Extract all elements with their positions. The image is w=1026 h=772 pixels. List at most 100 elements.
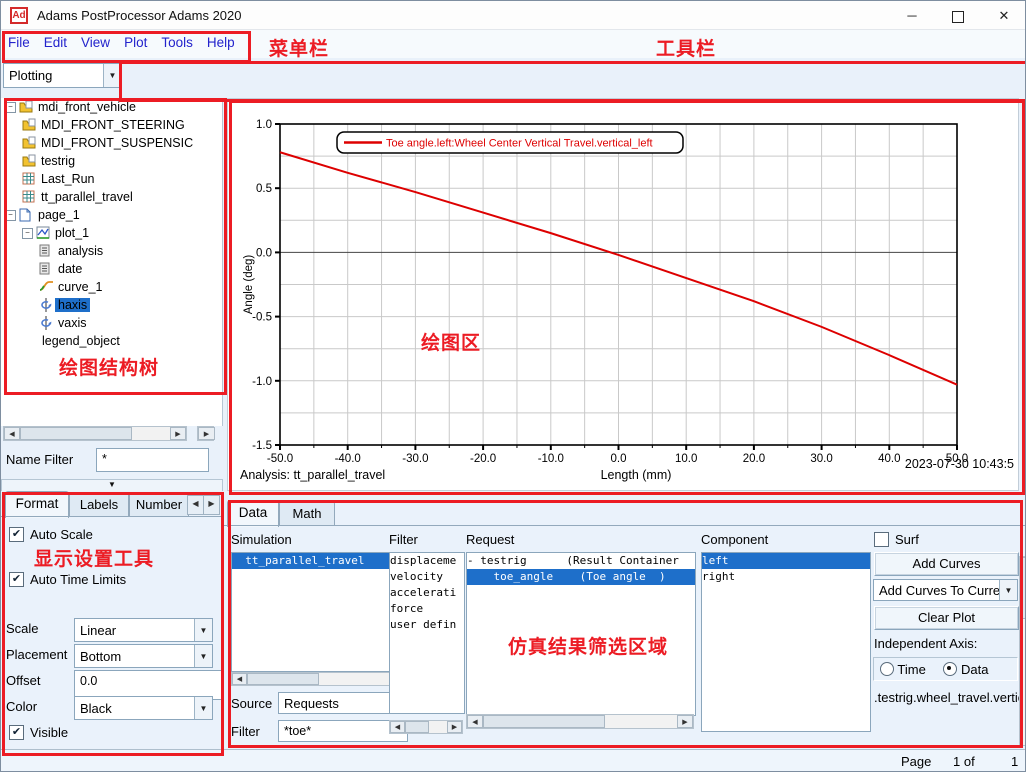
list-item[interactable]: user defin [390, 617, 464, 633]
tree-item-date[interactable]: date [1, 260, 222, 278]
tree-item-page_1[interactable]: −page_1 [1, 206, 222, 224]
tree-item-plot_1[interactable]: − plot_1 [1, 224, 222, 242]
tree-item-label: date [55, 262, 85, 276]
chevron-down-icon[interactable]: ▼ [194, 645, 212, 667]
svg-text:2023-07-30 10:43:5: 2023-07-30 10:43:5 [905, 457, 1014, 471]
scroll-thumb[interactable] [483, 715, 605, 728]
list-item[interactable]: accelerati [390, 585, 464, 601]
chevron-down-icon[interactable]: ▼ [194, 697, 212, 719]
tab-scroll-left[interactable]: ◀ [187, 495, 204, 515]
tree-item-testrig[interactable]: testrig [1, 152, 222, 170]
tab-math[interactable]: Math [279, 501, 335, 526]
placement-select[interactable]: Bottom ▼ [74, 644, 213, 668]
visible-label: Visible [30, 725, 68, 740]
expander-minus-icon[interactable]: − [5, 210, 16, 221]
list-item[interactable]: tt_parallel_travel [232, 553, 410, 569]
list-item[interactable]: toe_angle (Toe angle ) [467, 569, 695, 585]
tree-item-label: haxis [55, 298, 90, 312]
right-vscrollbar[interactable] [1019, 556, 1026, 746]
scroll-right-icon[interactable]: ▶ [198, 427, 215, 440]
tab-scroll-right[interactable]: ▶ [203, 495, 220, 515]
scroll-left-icon[interactable]: ◀ [467, 715, 483, 728]
tab-number[interactable]: Number [129, 492, 189, 517]
menu-item-help[interactable]: Help [200, 30, 242, 55]
plot-canvas[interactable]: -50.0-40.0-30.0-20.0-10.00.010.020.030.0… [228, 99, 1018, 490]
name-filter-input[interactable]: * [96, 448, 209, 472]
request-hscrollbar[interactable]: ◀ ▶ [466, 714, 694, 729]
tree-item-label: testrig [38, 154, 78, 168]
list-item[interactable]: displaceme [390, 553, 464, 569]
menu-item-edit[interactable]: Edit [37, 30, 74, 55]
tree-item-label: analysis [55, 244, 106, 258]
tree-item-vaxis[interactable]: vaxis [1, 314, 222, 332]
tree-item-analysis[interactable]: analysis [1, 242, 222, 260]
auto-time-limits-checkbox[interactable]: ✔ Auto Time Limits [9, 572, 126, 587]
color-value: Black [75, 699, 194, 718]
tree-item-mdi_front_suspensic[interactable]: MDI_FRONT_SUSPENSIC [1, 134, 222, 152]
visible-checkbox[interactable]: ✔ Visible [9, 725, 68, 740]
chevron-down-icon[interactable]: ▼ [999, 580, 1017, 600]
tree-item-last_run[interactable]: Last_Run [1, 170, 222, 188]
filter-hscrollbar[interactable]: ◀ ▶ [389, 720, 463, 734]
minimize-button[interactable]: ─ [889, 1, 935, 30]
scroll-right-icon[interactable]: ▶ [677, 715, 693, 728]
scroll-thumb[interactable] [247, 673, 319, 685]
scroll-left-icon[interactable]: ◀ [232, 673, 247, 685]
scroll-thumb[interactable] [20, 427, 132, 440]
request-list[interactable]: - testrig (Result Container toe_angle (T… [466, 552, 696, 716]
simulation-list[interactable]: tt_parallel_travel [231, 552, 411, 672]
scroll-thumb[interactable] [405, 721, 429, 733]
checkbox-icon [874, 532, 889, 547]
close-button[interactable]: ✕ [981, 1, 1026, 30]
scroll-right-icon[interactable]: ▶ [447, 721, 462, 733]
add-curves-button[interactable]: Add Curves [874, 552, 1019, 576]
menu-item-file[interactable]: File [1, 30, 37, 55]
tab-format[interactable]: Format [5, 491, 69, 518]
list-item[interactable]: left [702, 553, 870, 569]
tree-item-mdi_front_steering[interactable]: MDI_FRONT_STEERING [1, 116, 222, 134]
tree-item-curve_1[interactable]: curve_1 [1, 278, 222, 296]
component-list[interactable]: leftright [701, 552, 871, 732]
filter-list[interactable]: displacemevelocityacceleratiforceuser de… [389, 552, 465, 714]
expander-minus-icon[interactable]: − [22, 228, 33, 239]
auto-scale-checkbox[interactable]: ✔ Auto Scale [9, 527, 93, 542]
add-curves-mode-select[interactable]: Add Curves To Curren ▼ [873, 579, 1018, 601]
list-item[interactable]: right [702, 569, 870, 585]
surf-checkbox[interactable]: Surf [874, 532, 919, 547]
list-item[interactable]: - testrig (Result Container [467, 553, 695, 569]
chevron-down-icon[interactable]: ▼ [194, 619, 212, 641]
tree-hscroll-extra[interactable]: ▶ [197, 426, 214, 441]
axis-icon [39, 298, 53, 312]
scale-select[interactable]: Linear ▼ [74, 618, 213, 642]
tree-item-tt_parallel_travel[interactable]: tt_parallel_travel [1, 188, 222, 206]
maximize-button[interactable] [935, 1, 981, 30]
expander-minus-icon[interactable]: − [5, 102, 16, 113]
time-radio[interactable]: Time [880, 662, 926, 677]
offset-label: Offset [6, 673, 40, 688]
menu-item-plot[interactable]: Plot [117, 30, 154, 55]
scroll-right-icon[interactable]: ▶ [170, 427, 186, 440]
list-item[interactable]: velocity [390, 569, 464, 585]
clear-plot-button[interactable]: Clear Plot [874, 606, 1019, 630]
color-select[interactable]: Black ▼ [74, 696, 213, 720]
tree-item-haxis[interactable]: haxis [1, 296, 222, 314]
menu-item-view[interactable]: View [74, 30, 117, 55]
scroll-left-icon[interactable]: ◀ [390, 721, 405, 733]
tree-hscrollbar[interactable]: ◀ ▶ [3, 426, 187, 441]
scroll-thumb[interactable] [1020, 557, 1026, 619]
tab-data[interactable]: Data [227, 500, 279, 527]
chevron-down-icon[interactable]: ▼ [103, 64, 121, 87]
tree-item-legend_object[interactable]: legend_object [1, 332, 222, 350]
tree-item-mdi_front_vehicle[interactable]: −mdi_front_vehicle [1, 98, 222, 116]
list-item[interactable]: force [390, 601, 464, 617]
menu-item-tools[interactable]: Tools [154, 30, 200, 55]
svg-text:40.0: 40.0 [878, 453, 900, 465]
axis-icon [39, 316, 53, 330]
simulation-hscrollbar[interactable]: ◀ ▶ [231, 672, 409, 686]
data-radio[interactable]: Data [943, 662, 988, 677]
plot-area[interactable]: -50.0-40.0-30.0-20.0-10.00.010.020.030.0… [227, 98, 1019, 491]
tab-labels[interactable]: Labels [69, 492, 129, 517]
tree-item-label: plot_1 [52, 226, 92, 240]
scroll-left-icon[interactable]: ◀ [4, 427, 20, 440]
mode-select[interactable]: Plotting ▼ [3, 63, 122, 88]
